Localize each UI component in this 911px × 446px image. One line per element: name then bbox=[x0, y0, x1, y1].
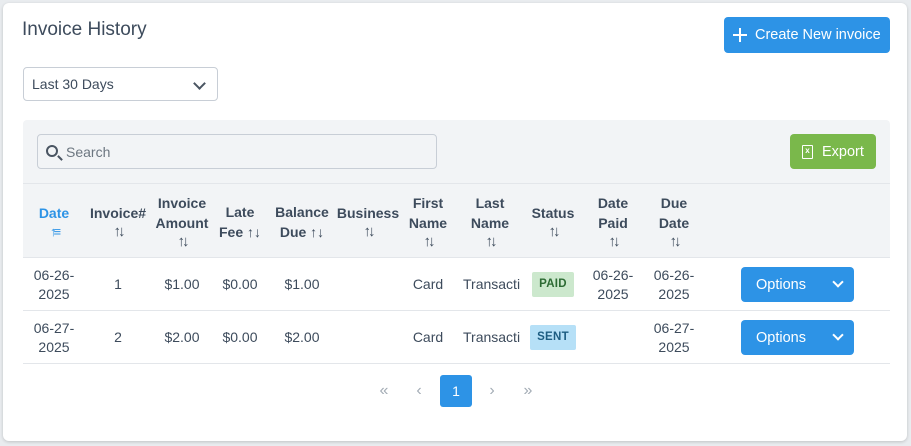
column-header-last-name[interactable]: Last Name ↑↓ bbox=[457, 184, 523, 259]
plus-icon bbox=[733, 28, 747, 42]
cell-balance-due: $1.00 bbox=[284, 276, 320, 292]
chevron-down-icon bbox=[832, 329, 844, 341]
create-new-invoice-label: Create New invoice bbox=[755, 27, 881, 43]
pagination: « ‹ 1 › » bbox=[0, 375, 911, 407]
sort-icon: ↑↓ bbox=[423, 232, 436, 250]
column-header-invoice-number[interactable]: Invoice# ↑↓ bbox=[85, 184, 151, 259]
column-header-business[interactable]: Business ↑↓ bbox=[337, 184, 399, 259]
table-row: 06-27- 2025 2 $2.00 $0.00 $2.00 Card Tran… bbox=[23, 311, 890, 364]
previous-page-button[interactable]: ‹ bbox=[403, 375, 435, 407]
search-placeholder: Search bbox=[66, 143, 111, 160]
options-label: Options bbox=[756, 329, 806, 346]
sort-icon: ↑↓ bbox=[669, 232, 682, 250]
status-badge: PAID bbox=[532, 272, 574, 297]
search-input[interactable]: Search bbox=[37, 134, 437, 169]
cell-first-name: Card bbox=[412, 276, 444, 292]
cell-status: PAID bbox=[523, 258, 583, 311]
sort-icon: ↑↓ bbox=[608, 232, 621, 250]
chevron-down-icon bbox=[193, 77, 206, 90]
cell-last-name: Transacti bbox=[463, 276, 521, 292]
cell-last-name: Transacti bbox=[463, 329, 521, 345]
sort-icon: ↑↓ bbox=[113, 222, 126, 240]
options-dropdown-button[interactable]: Options bbox=[741, 267, 854, 302]
status-badge: SENT bbox=[530, 325, 576, 350]
cell-business bbox=[337, 311, 399, 364]
sort-active-icon: ↑≡ bbox=[49, 223, 61, 239]
cell-balance-due: $2.00 bbox=[284, 329, 320, 345]
sort-icon: ↑↓ bbox=[485, 232, 498, 250]
table-row: 06-26- 2025 1 $1.00 $0.00 $1.00 Card Tran… bbox=[23, 258, 890, 311]
cell-date-paid: 06-26- 2025 bbox=[592, 266, 634, 302]
cell-date: 06-26- 2025 bbox=[33, 266, 75, 302]
options-label: Options bbox=[756, 276, 806, 293]
cell-invoice-number: 2 bbox=[114, 329, 122, 345]
cell-invoice-amount: $2.00 bbox=[164, 329, 200, 345]
page-1-button[interactable]: 1 bbox=[440, 375, 472, 407]
sort-icon: ↑↓ bbox=[177, 232, 190, 250]
date-range-value: Last 30 Days bbox=[32, 76, 114, 92]
create-new-invoice-button[interactable]: Create New invoice bbox=[724, 17, 890, 53]
column-header-first-name[interactable]: First Name ↑↓ bbox=[399, 184, 457, 259]
cell-business bbox=[337, 258, 399, 311]
cell-late-fee: $0.00 bbox=[222, 276, 258, 292]
column-header-due-date[interactable]: Due Date ↑↓ bbox=[643, 184, 705, 259]
table-header: Date ↑≡ Invoice# ↑↓ Invoice Amount ↑↓ La… bbox=[23, 183, 890, 258]
cell-invoice-amount: $1.00 bbox=[164, 276, 200, 292]
cell-status: SENT bbox=[523, 311, 583, 364]
export-label: Export bbox=[822, 143, 864, 160]
options-dropdown-button[interactable]: Options bbox=[741, 320, 854, 355]
table-toolbar: Search x Export bbox=[23, 120, 890, 183]
column-header-date[interactable]: Date ↑≡ bbox=[23, 184, 85, 259]
search-icon bbox=[46, 145, 58, 157]
cell-late-fee: $0.00 bbox=[222, 329, 258, 345]
cell-due-date: 06-26- 2025 bbox=[653, 266, 695, 302]
column-header-balance-due[interactable]: Balance Due ↑↓ bbox=[267, 184, 337, 259]
sort-icon: ↑↓ bbox=[363, 222, 376, 240]
column-header-date-paid[interactable]: Date Paid ↑↓ bbox=[583, 184, 643, 259]
column-header-invoice-amount[interactable]: Invoice Amount ↑↓ bbox=[151, 184, 213, 259]
cell-date: 06-27- 2025 bbox=[33, 319, 75, 355]
cell-first-name: Card bbox=[412, 329, 444, 345]
last-page-button[interactable]: » bbox=[512, 375, 544, 407]
column-header-status[interactable]: Status ↑↓ bbox=[523, 184, 583, 259]
date-range-select[interactable]: Last 30 Days bbox=[23, 67, 218, 101]
excel-file-icon: x bbox=[802, 144, 813, 159]
first-page-button[interactable]: « bbox=[368, 375, 400, 407]
page-title: Invoice History bbox=[22, 19, 147, 40]
chevron-down-icon bbox=[832, 276, 844, 288]
invoice-table-panel: Search x Export Date ↑≡ Invoice# ↑↓ Invo… bbox=[23, 120, 890, 364]
cell-due-date: 06-27- 2025 bbox=[653, 319, 695, 355]
sort-icon: ↑↓ bbox=[548, 222, 561, 240]
cell-date-paid bbox=[583, 311, 643, 364]
next-page-button[interactable]: › bbox=[476, 375, 508, 407]
column-header-late-fee[interactable]: Late Fee ↑↓ bbox=[213, 184, 267, 259]
cell-invoice-number: 1 bbox=[114, 276, 122, 292]
export-button[interactable]: x Export bbox=[790, 134, 876, 169]
